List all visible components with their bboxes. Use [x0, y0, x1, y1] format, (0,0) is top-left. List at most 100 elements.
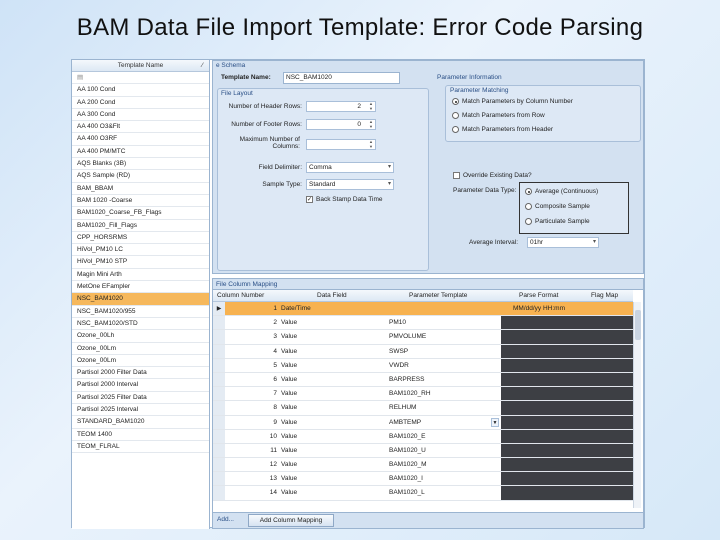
radio-unselected-icon[interactable] — [452, 112, 459, 119]
cell-parameter-template[interactable]: BAM1020_L — [389, 489, 425, 496]
cell-parse-format[interactable] — [501, 372, 633, 387]
cell-column-number[interactable]: 4 — [253, 348, 277, 355]
cell-parse-format[interactable] — [501, 316, 633, 330]
chevron-down-icon[interactable]: ▼ — [491, 417, 499, 427]
cell-parameter-template[interactable]: VWDR — [389, 362, 409, 369]
col-header-parse-format[interactable]: Parse Format — [519, 292, 558, 299]
mapping-row[interactable]: ▶ 1 Date/Time MM/dd/yy HH:mm — [213, 302, 633, 317]
mapping-row[interactable]: 9 Value AMBTEMP ▼ — [213, 415, 633, 430]
cell-column-number[interactable]: 5 — [253, 362, 277, 369]
template-list-item[interactable]: TEOM_FLRAL — [72, 441, 209, 454]
cell-column-number[interactable]: 13 — [253, 475, 277, 482]
radio-match-from-header[interactable]: Match Parameters from Header — [452, 126, 553, 133]
template-list-item[interactable]: AA 400 O3&Flt — [72, 121, 209, 134]
template-list-item[interactable]: CPP_HORSRMS — [72, 232, 209, 245]
cell-column-number[interactable]: 1 — [253, 305, 277, 312]
cell-parse-format[interactable] — [501, 415, 633, 429]
radio-match-from-row[interactable]: Match Parameters from Row — [452, 112, 545, 119]
template-list-item[interactable]: Ozone_00Lm — [72, 343, 209, 355]
row-selector[interactable] — [213, 358, 225, 372]
row-selector[interactable] — [213, 316, 225, 330]
template-list-item[interactable]: MetOne EFampler — [72, 281, 209, 294]
mapping-row[interactable]: 5 Value VWDR — [213, 358, 633, 373]
cell-data-field[interactable]: Value — [281, 475, 297, 482]
cell-parse-format[interactable] — [501, 443, 633, 458]
radio-unselected-icon[interactable] — [525, 218, 532, 225]
radio-average-continuous[interactable]: Average (Continuous) — [525, 188, 598, 195]
cell-parameter-template[interactable]: PM10 — [389, 319, 406, 326]
cell-parameter-template[interactable]: BAM1020_E — [389, 433, 426, 440]
template-list-item[interactable]: Ozone_00Lh — [72, 330, 209, 343]
cell-parameter-template[interactable]: SWSP — [389, 348, 408, 355]
template-name-input[interactable]: NSC_BAM1020 — [283, 72, 400, 84]
col-header-data-field[interactable]: Data Field — [317, 292, 347, 299]
mapping-row[interactable]: 2 Value PM10 — [213, 316, 633, 331]
row-selector[interactable] — [213, 429, 225, 443]
template-list-item[interactable]: AA 100 Cond — [72, 84, 209, 97]
cell-column-number[interactable]: 9 — [253, 419, 277, 426]
template-list-item[interactable]: AA 400 O3RF — [72, 133, 209, 146]
mapping-row[interactable]: 12 Value BAM1020_M — [213, 458, 633, 473]
template-list-item[interactable]: HiVol_PM10 LC — [72, 244, 209, 257]
chevron-down-icon[interactable]: ▾ — [388, 180, 391, 189]
cell-data-field[interactable]: Value — [281, 447, 297, 454]
mapping-row[interactable]: 10 Value BAM1020_E — [213, 429, 633, 444]
spinner-arrows-icon[interactable]: ▲ ▼ — [369, 139, 373, 149]
mapping-row[interactable]: 3 Value PMVOLUME — [213, 330, 633, 345]
cell-column-number[interactable]: 12 — [253, 461, 277, 468]
template-list-item[interactable]: BAM1020_Coarse_FB_Flags — [72, 207, 209, 220]
row-selector[interactable] — [213, 443, 225, 458]
row-selector[interactable] — [213, 401, 225, 415]
cell-data-field[interactable]: Value — [281, 390, 297, 397]
chevron-down-icon[interactable]: ▾ — [388, 163, 391, 172]
template-list-item[interactable]: STANDARD_BAM1020 — [72, 416, 209, 429]
radio-match-by-column[interactable]: Match Parameters by Column Number — [452, 98, 573, 105]
cell-data-field[interactable]: Value — [281, 433, 297, 440]
template-list-item[interactable]: BAM 1020 -Coarse — [72, 195, 209, 208]
cell-column-number[interactable]: 11 — [253, 447, 277, 454]
row-selector[interactable] — [213, 458, 225, 472]
chevron-down-icon[interactable]: ▾ — [593, 238, 596, 247]
template-list-item[interactable]: Partisol 2025 Interval — [72, 404, 209, 417]
template-list-item[interactable]: Magin Mini Arth — [72, 269, 209, 282]
cell-data-field[interactable]: Date/Time — [281, 305, 311, 312]
cell-parse-format[interactable] — [501, 472, 633, 486]
scrollbar-thumb[interactable] — [635, 310, 641, 340]
cell-column-number[interactable]: 6 — [253, 376, 277, 383]
cell-parse-format[interactable] — [501, 486, 633, 500]
spinner-arrows-icon[interactable]: ▲ ▼ — [369, 101, 373, 111]
radio-unselected-icon[interactable] — [452, 126, 459, 133]
mapping-scrollbar[interactable] — [633, 302, 641, 508]
cell-data-field[interactable]: Value — [281, 404, 297, 411]
filter-row-icon[interactable]: ▤ — [72, 72, 209, 85]
template-list-item[interactable]: Partisol 2000 Interval — [72, 379, 209, 392]
template-list-item[interactable]: AQS Blanks (3B) — [72, 158, 209, 171]
sort-icon[interactable]: ⁄ — [202, 60, 203, 72]
mapping-row[interactable]: 7 Value BAM1020_RH — [213, 387, 633, 402]
cell-parameter-template[interactable]: BAM1020_U — [389, 447, 426, 454]
checkbox-checked-icon[interactable]: ✓ — [306, 196, 313, 203]
row-selector[interactable] — [213, 330, 225, 344]
cell-parse-format[interactable] — [501, 429, 633, 443]
radio-unselected-icon[interactable] — [525, 203, 532, 210]
footer-rows-spinner[interactable]: 0 ▲ ▼ — [306, 119, 376, 130]
template-list-item[interactable]: Partisol 2000 Filter Data — [72, 367, 209, 380]
col-header-column-number[interactable]: Column Number — [217, 292, 264, 299]
max-columns-spinner[interactable]: ▲ ▼ — [306, 139, 376, 150]
back-stamp-checkbox[interactable]: ✓ Back Stamp Data Time — [306, 196, 382, 203]
cell-parameter-template[interactable]: BAM1020_RH — [389, 390, 431, 397]
cell-data-field[interactable]: Value — [281, 333, 297, 340]
cell-data-field[interactable]: Value — [281, 319, 297, 326]
radio-particulate-sample[interactable]: Particulate Sample — [525, 218, 590, 225]
template-list-item[interactable]: BAM1020_Fill_Flags — [72, 220, 209, 232]
sample-type-select[interactable]: Standard ▾ — [306, 179, 394, 190]
average-interval-select[interactable]: 01hr ▾ — [527, 237, 599, 248]
cell-parameter-template[interactable]: RELHUM — [389, 404, 416, 411]
row-selector[interactable] — [213, 344, 225, 358]
add-column-mapping-button[interactable]: Add Column Mapping — [248, 514, 334, 527]
row-selector[interactable] — [213, 415, 225, 429]
cell-column-number[interactable]: 3 — [253, 333, 277, 340]
cell-column-number[interactable]: 8 — [253, 404, 277, 411]
cell-parse-format[interactable] — [501, 458, 633, 472]
override-existing-checkbox[interactable]: Override Existing Data? — [453, 172, 532, 179]
